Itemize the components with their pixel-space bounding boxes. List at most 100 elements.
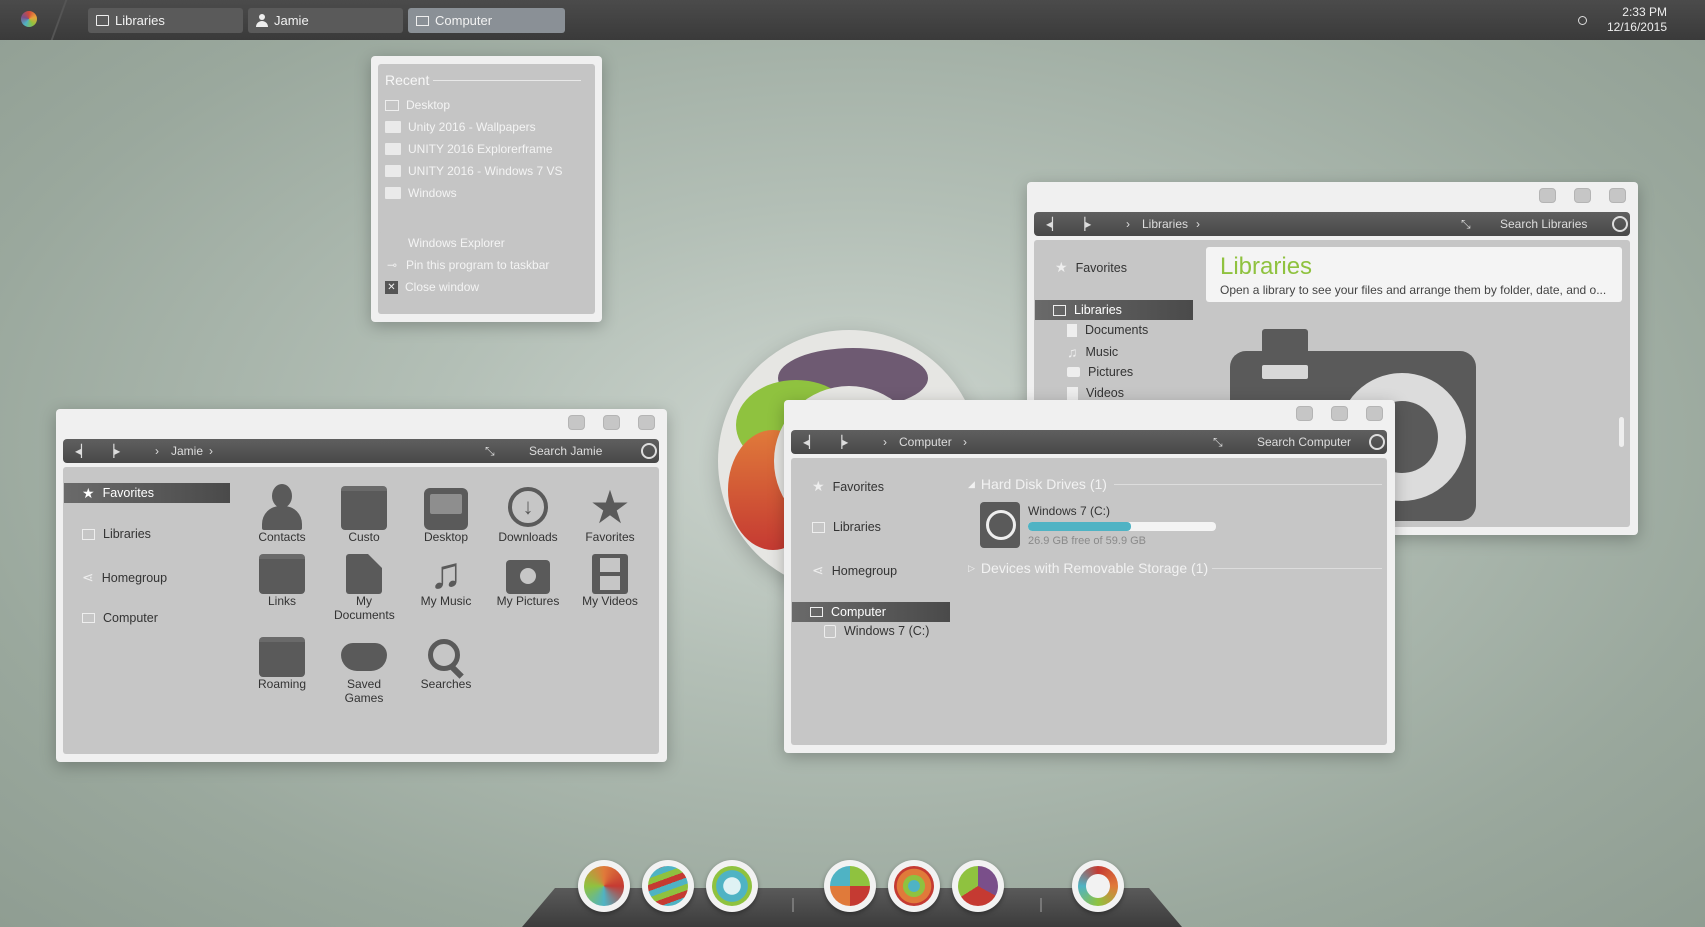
nav-favorites[interactable]: ★ Favorites (812, 478, 884, 495)
search-input[interactable]: Search Libraries (1500, 217, 1587, 231)
camera-icon (1067, 367, 1080, 377)
nav-pictures[interactable]: Pictures (1067, 365, 1133, 379)
folder-my-music[interactable]: ♫ My Music (408, 552, 484, 609)
breadcrumb-chevron-icon: › (883, 435, 887, 449)
refresh-icon[interactable]: ⤡ (485, 444, 495, 459)
folder-links[interactable]: Links (244, 554, 320, 608)
nav-computer[interactable]: Computer (82, 611, 158, 625)
monitor-icon (810, 607, 823, 617)
nav-label: Computer (831, 605, 886, 619)
minimize-button[interactable] (1539, 188, 1556, 203)
jumplist-item[interactable]: UNITY 2016 - Windows 7 VS (385, 164, 563, 178)
nav-videos[interactable]: Videos (1067, 386, 1124, 400)
nav-homegroup[interactable]: ⋖ Homegroup (82, 569, 167, 586)
jumplist-item[interactable]: Unity 2016 - Wallpapers (385, 120, 536, 134)
folder-downloads[interactable]: ↓ Downloads (490, 484, 566, 544)
nav-windows7-drive[interactable]: Windows 7 (C:) (824, 624, 929, 638)
document-icon (1067, 323, 1077, 337)
nav-homegroup[interactable]: ⋖ Homegroup (812, 562, 897, 579)
minimize-button[interactable] (568, 415, 585, 430)
jumplist-task-label: Pin this program to taskbar (406, 258, 550, 272)
breadcrumb-libraries[interactable]: Libraries (1142, 217, 1188, 231)
breadcrumb-jamie[interactable]: Jamie (171, 444, 203, 458)
dock-app-3[interactable] (706, 860, 758, 912)
maximize-button[interactable] (1574, 188, 1591, 203)
drive-icon (980, 502, 1020, 548)
folder-favorites[interactable]: ★ Favorites (572, 484, 648, 544)
folder-searches[interactable]: Searches (408, 637, 484, 691)
start-orb-icon[interactable] (21, 11, 37, 27)
refresh-icon[interactable]: ⤡ (1213, 435, 1223, 450)
nav-libraries[interactable]: Libraries (812, 520, 881, 534)
breadcrumb-chevron-icon: › (155, 444, 159, 458)
refresh-icon[interactable]: ⤡ (1461, 217, 1471, 232)
back-button[interactable]: ◂▏ (1046, 217, 1061, 231)
close-button[interactable] (1609, 188, 1626, 203)
nav-favorites[interactable]: ★ Favorites (1055, 259, 1127, 276)
search-input[interactable]: Search Jamie (529, 444, 602, 458)
jumplist-task-label: Windows Explorer (408, 236, 505, 250)
nav-label: Homegroup (101, 570, 168, 585)
folder-my-videos[interactable]: My Videos (572, 554, 648, 608)
jumplist-item[interactable]: Desktop (385, 98, 450, 112)
search-icon[interactable] (1369, 434, 1385, 450)
folder-my-documents[interactable]: My Documents (326, 554, 402, 622)
clock[interactable]: 2:33 PM 12/16/2015 (1607, 5, 1667, 35)
search-icon[interactable] (641, 443, 657, 459)
forward-button[interactable]: ▕▸ (105, 444, 120, 458)
breadcrumb-computer[interactable]: Computer (899, 435, 952, 449)
address-bar: ◂▏ ▕▸ › Libraries › ⤡ Search Libraries (1034, 212, 1630, 236)
search-input[interactable]: Search Computer (1257, 435, 1351, 449)
jumplist-task-explorer[interactable]: Windows Explorer (408, 236, 505, 250)
forward-button[interactable]: ▕▸ (833, 435, 848, 449)
nav-music[interactable]: ♫ Music (1067, 344, 1118, 360)
folder-custo[interactable]: Custo (326, 484, 402, 544)
maximize-button[interactable] (1331, 406, 1348, 421)
desktop-icon (385, 99, 399, 111)
contact-icon (260, 484, 304, 530)
maximize-button[interactable] (603, 415, 620, 430)
folder-roaming[interactable]: Roaming (244, 637, 320, 691)
back-button[interactable]: ◂▏ (803, 435, 818, 449)
nav-libraries[interactable]: Libraries (1035, 300, 1193, 320)
item-label: My Videos (582, 594, 638, 608)
folder-contacts[interactable]: Contacts (244, 484, 320, 544)
taskbar-button-computer[interactable]: Computer (408, 8, 565, 33)
dock-app-5[interactable] (888, 860, 940, 912)
group-hard-disk-drives[interactable]: ◢ Hard Disk Drives (1) (968, 476, 1107, 492)
nav-favorites[interactable]: ★ Favorites (64, 483, 230, 503)
drive-item[interactable]: Windows 7 (C:) 26.9 GB free of 59.9 GB (980, 502, 1220, 550)
nav-label: Windows 7 (C:) (844, 624, 930, 638)
close-icon: ✕ (385, 280, 398, 294)
drive-free-space: 26.9 GB free of 59.9 GB (1028, 535, 1147, 547)
folder-desktop[interactable]: Desktop (408, 484, 484, 544)
back-button[interactable]: ◂▏ (75, 444, 90, 458)
close-button[interactable] (1366, 406, 1383, 421)
dock-app-7[interactable] (1072, 860, 1124, 912)
dock-app-2[interactable] (642, 860, 694, 912)
nav-computer[interactable]: Computer (792, 602, 950, 622)
jumplist-item[interactable]: Windows (385, 186, 457, 200)
close-button[interactable] (638, 415, 655, 430)
search-icon[interactable] (1612, 216, 1628, 232)
dock-app-1[interactable] (578, 860, 630, 912)
nav-label: Favorites (832, 479, 884, 494)
jumplist-task-pin[interactable]: ⊸ Pin this program to taskbar (385, 258, 549, 272)
notification-icon[interactable] (1578, 16, 1587, 25)
jumplist-item[interactable]: UNITY 2016 Explorerframe (385, 142, 553, 156)
folder-my-pictures[interactable]: My Pictures (490, 554, 566, 608)
scrollbar-thumb[interactable] (1619, 417, 1624, 447)
jumplist-task-close[interactable]: ✕ Close window (385, 280, 479, 294)
forward-button[interactable]: ▕▸ (1076, 217, 1091, 231)
nav-libraries[interactable]: Libraries (82, 527, 151, 541)
dock-app-4[interactable] (824, 860, 876, 912)
nav-documents[interactable]: Documents (1067, 323, 1148, 337)
dock-app-6[interactable] (952, 860, 1004, 912)
taskbar-button-libraries[interactable]: Libraries (88, 8, 243, 33)
folder-saved-games[interactable]: Saved Games (326, 637, 402, 705)
clock-time: 2:33 PM (1622, 5, 1667, 19)
group-removable-storage[interactable]: ▷ Devices with Removable Storage (1) (968, 560, 1208, 576)
minimize-button[interactable] (1296, 406, 1313, 421)
taskbar-button-jamie[interactable]: Jamie (248, 8, 403, 33)
item-label: My Pictures (496, 594, 560, 608)
